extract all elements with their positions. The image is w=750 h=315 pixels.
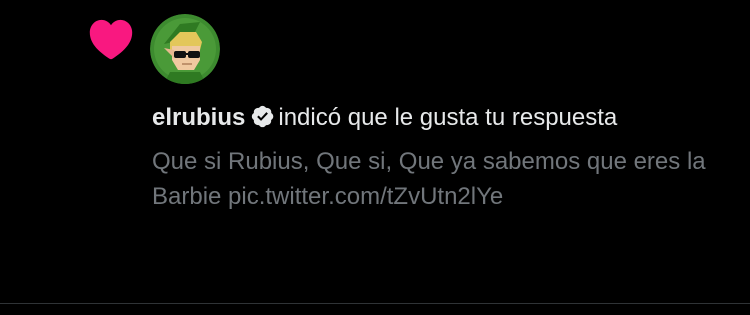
avatar[interactable] — [150, 14, 220, 84]
notification-header: elrubius indicó que le gusta tu respuesta — [152, 99, 712, 136]
heart-icon — [89, 19, 133, 60]
username-link[interactable]: elrubius — [152, 104, 245, 131]
action-text: indicó que le gusta tu respuesta — [278, 104, 618, 131]
tweet-text[interactable]: Que si Rubius, Que si, Que ya sabemos qu… — [152, 144, 712, 214]
notification-content: elrubius indicó que le gusta tu respuesta… — [152, 99, 712, 214]
verified-badge-icon — [252, 105, 274, 128]
like-notification[interactable]: elrubius indicó que le gusta tu respuesta… — [0, 0, 750, 303]
divider — [0, 303, 750, 304]
